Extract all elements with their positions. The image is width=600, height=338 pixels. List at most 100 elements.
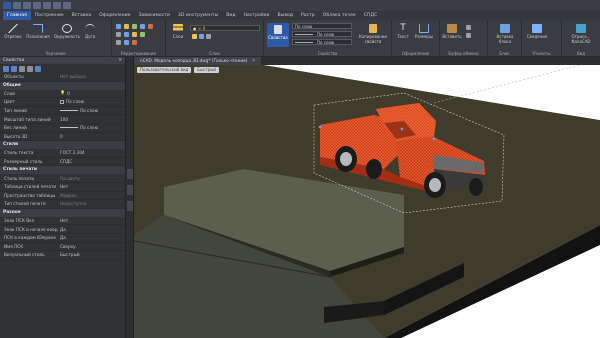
erase-icon[interactable] (148, 24, 153, 29)
layers-button[interactable]: Слои (168, 24, 188, 39)
tab-10[interactable]: Облака точек (319, 11, 360, 20)
copy-clip-icon[interactable] (466, 33, 471, 38)
strip-tab-2[interactable] (127, 185, 133, 195)
polyline-button[interactable]: Полилиния (25, 24, 51, 39)
property-row[interactable]: Цвет По слою (0, 98, 125, 107)
objects-row[interactable]: Объекты Нет выбора (0, 73, 125, 82)
undo-icon[interactable] (53, 2, 61, 9)
circle-button[interactable]: Окружность (52, 24, 82, 39)
property-row[interactable]: Масштаб типа линий 100 (0, 115, 125, 124)
lineweight-dropdown[interactable]: По слою (292, 39, 352, 45)
tab-5[interactable]: 3D инструменты (174, 11, 222, 20)
paste-button[interactable]: Вставить (442, 24, 462, 39)
property-row[interactable]: Пространство таблицы ... Модель (0, 192, 125, 201)
property-row[interactable]: Вес линий По слою (0, 124, 125, 133)
copy-icon[interactable] (132, 24, 137, 29)
copy-properties-button[interactable]: Копирование свойств (356, 24, 390, 44)
tab-1[interactable]: Построение (31, 11, 68, 20)
strip-tab-1[interactable] (127, 169, 133, 179)
redo-icon[interactable] (63, 2, 71, 9)
layer-dropdown[interactable]: ● ☼ 0 (190, 25, 260, 31)
visual-style-control[interactable]: Быстрый (194, 66, 219, 73)
tab-6[interactable]: Вид (222, 11, 239, 20)
print-icon[interactable] (43, 2, 51, 9)
polyline-label: Полилиния (26, 34, 50, 39)
array-icon[interactable] (124, 40, 129, 45)
strip-tab-3[interactable] (127, 201, 133, 211)
ribbon-group-annotation: T Текст Размеры Оформление (392, 20, 440, 57)
property-row[interactable]: Визуальный стиль Быстрый (0, 251, 125, 260)
property-row[interactable]: Знак ПСК в начале коорд...Да (0, 225, 125, 234)
rotate-icon[interactable] (124, 24, 129, 29)
tab-2[interactable]: Вставка (68, 11, 95, 20)
property-row[interactable]: Имя ПСК Сверху (0, 243, 125, 252)
property-row[interactable]: Стиль текста ГОСТ 2.304 (0, 149, 125, 158)
linetype-dropdown[interactable]: По слою (292, 31, 352, 37)
save-icon[interactable] (33, 2, 41, 9)
mirror-icon[interactable] (140, 24, 145, 29)
property-row[interactable]: Размерный стиль СПДС (0, 158, 125, 167)
dimensions-label: Размеры (414, 34, 434, 39)
tab-11[interactable]: СПДС (360, 11, 381, 20)
property-row[interactable]: ПСК в каждом ВЭкране Да (0, 234, 125, 243)
layer-lock-icon[interactable] (206, 34, 211, 39)
close-icon[interactable]: ✕ (118, 57, 122, 64)
extend-icon[interactable] (140, 32, 145, 37)
property-row[interactable]: Высота 3D 0 (0, 133, 125, 142)
tab-3[interactable]: Оформление (95, 11, 134, 20)
cut-icon[interactable] (466, 25, 471, 30)
layer-on-icon[interactable] (192, 34, 197, 39)
segment-label: Отрезок (4, 34, 22, 39)
drawing-viewport[interactable]: nCAD. Модель колодца 3D.dwg* (Только чте… (134, 57, 600, 338)
app-menu-icon[interactable] (3, 2, 11, 9)
property-row[interactable]: Знак ПСК Вкл Нет (0, 217, 125, 226)
toggle-pickadd-icon[interactable] (19, 65, 25, 72)
tab-close-icon[interactable]: ✕ (252, 59, 256, 64)
stretch-icon[interactable] (124, 32, 129, 37)
move-icon[interactable] (116, 24, 121, 29)
tab-7[interactable]: Настройки (240, 11, 274, 20)
property-value: Сверху (58, 244, 125, 249)
property-row[interactable]: Тип стилей печати Недоступно (0, 200, 125, 209)
scale-icon[interactable] (116, 32, 121, 37)
section-header[interactable]: Разное (0, 208, 125, 217)
trim-icon[interactable] (132, 32, 137, 37)
property-row[interactable]: Таблица стилей печати Нет (0, 183, 125, 192)
info-label: Сведения (526, 34, 548, 39)
property-row[interactable]: Слой 💡 0 (0, 90, 125, 99)
filter-icon[interactable] (27, 65, 33, 72)
section-header[interactable]: Стили (0, 141, 125, 150)
properties-button[interactable]: Свойства (267, 23, 289, 47)
info-button[interactable]: Сведения (524, 24, 550, 39)
tab-0[interactable]: Главная (3, 11, 31, 20)
tab-9[interactable]: Растр (297, 11, 319, 20)
property-row[interactable]: Тип линий По слою (0, 107, 125, 116)
section-header[interactable]: Общие (0, 81, 125, 90)
view-name-control[interactable]: Пользовательский вид (137, 66, 192, 73)
open-file-icon[interactable] (23, 2, 31, 9)
tab-4[interactable]: Зависимости (134, 11, 173, 20)
color-dropdown[interactable]: По слою (292, 23, 352, 29)
insert-block-button[interactable]: Вставка блока (490, 24, 520, 44)
section-header[interactable]: Стиль печати (0, 166, 125, 175)
quick-select-icon[interactable] (11, 65, 17, 72)
dimensions-button[interactable]: Размеры (413, 24, 435, 39)
render-button[interactable]: Отрисо... NanoCAD (564, 24, 598, 46)
help-icon[interactable] (35, 65, 41, 72)
select-objects-icon[interactable] (3, 65, 9, 72)
segment-button[interactable]: Отрезок (2, 24, 24, 39)
arc-button[interactable]: Дуга (82, 24, 98, 39)
explode-icon[interactable] (132, 40, 137, 45)
property-row[interactable]: Стиль печати По цвету (0, 174, 125, 183)
property-name: Знак ПСК в начале коорд... (4, 226, 58, 232)
layers-label: Слои (172, 34, 184, 39)
property-value-text: По слою (80, 125, 99, 131)
new-file-icon[interactable] (13, 2, 21, 9)
tab-8[interactable]: Вывод (274, 11, 297, 20)
text-button[interactable]: T Текст (394, 24, 412, 40)
fillet-icon[interactable] (116, 40, 121, 45)
document-tab[interactable]: nCAD. Модель колодца 3D.dwg* (Только чте… (134, 57, 262, 65)
group-label-view: Вид (576, 51, 586, 56)
property-value-text: СПДС (60, 159, 73, 165)
layer-freeze-icon[interactable] (199, 34, 204, 39)
